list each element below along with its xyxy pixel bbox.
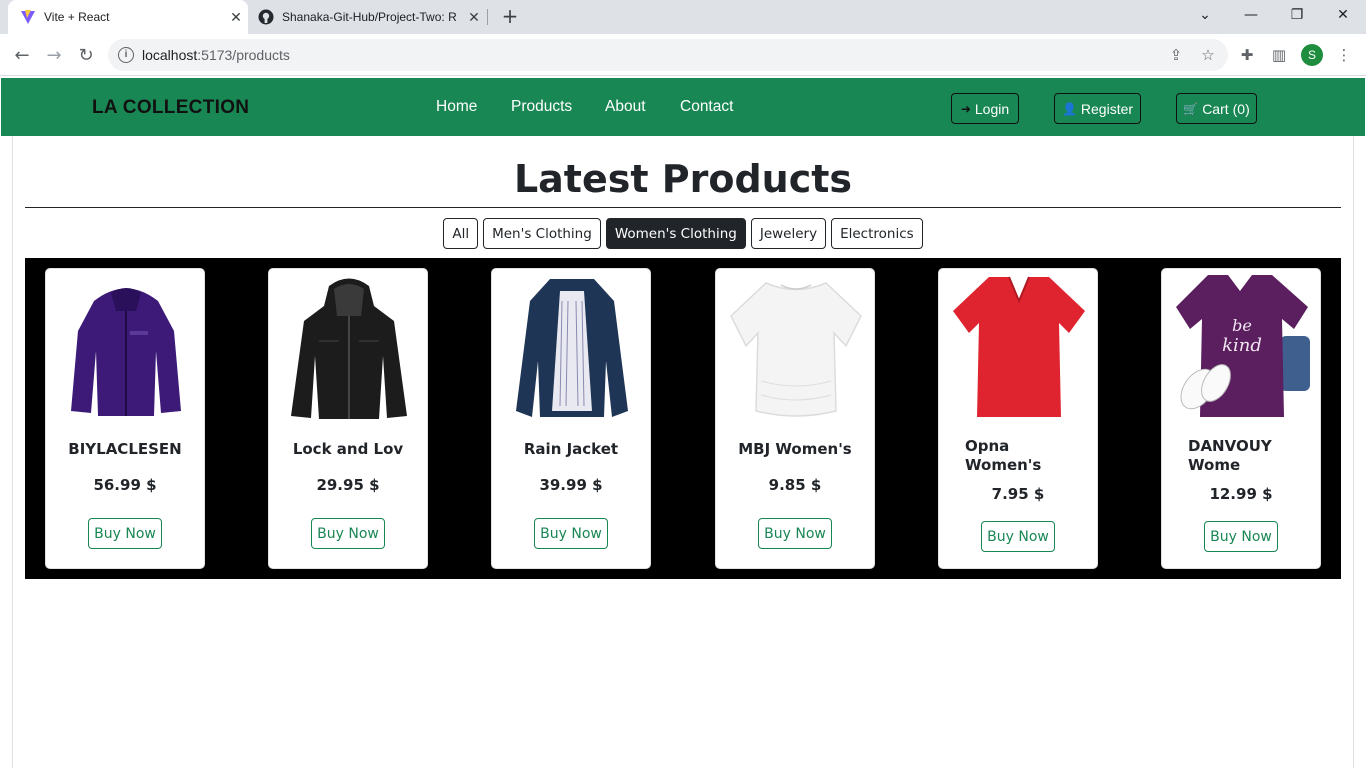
nav-products[interactable]: Products bbox=[511, 98, 572, 116]
product-title: Lock and Lov bbox=[292, 440, 404, 458]
sign-in-icon: ➜ bbox=[960, 101, 971, 116]
browser-tab-github[interactable]: Shanaka-Git-Hub/Project-Two: R ✕ bbox=[250, 0, 486, 34]
vite-icon bbox=[20, 9, 36, 25]
url-host: localhost bbox=[142, 47, 198, 63]
login-label: Login bbox=[974, 100, 1010, 117]
buy-now-button[interactable]: Buy Now bbox=[758, 518, 832, 549]
product-image-purple-jacket[interactable] bbox=[56, 271, 196, 421]
brand-logo[interactable]: LA COLLECTION bbox=[92, 97, 249, 119]
filter-mens-clothing[interactable]: Men's Clothing bbox=[483, 218, 601, 249]
product-title: Opna Women's bbox=[939, 437, 1097, 475]
buy-now-button[interactable]: Buy Now bbox=[1204, 521, 1278, 552]
product-card[interactable]: be kind DANVOUY Wome 12.99 $ Buy Now bbox=[1161, 268, 1321, 569]
menu-kebab-icon[interactable]: ⋮ bbox=[1335, 46, 1353, 64]
product-title-line: Women's bbox=[965, 456, 1042, 474]
restore-icon[interactable]: ❐ bbox=[1274, 0, 1320, 30]
filter-electronics[interactable]: Electronics bbox=[831, 218, 923, 249]
nav-about[interactable]: About bbox=[605, 98, 646, 116]
product-price: 7.95 $ bbox=[991, 485, 1045, 503]
product-title-line: Wome bbox=[1188, 456, 1241, 474]
share-icon[interactable]: ⇪ bbox=[1167, 46, 1185, 64]
profile-avatar[interactable]: S bbox=[1301, 44, 1323, 66]
back-icon[interactable]: ← bbox=[10, 43, 34, 67]
svg-text:kind: kind bbox=[1222, 335, 1262, 356]
product-title-line: Opna bbox=[965, 437, 1010, 455]
product-title: Rain Jacket bbox=[523, 440, 619, 458]
new-tab-icon[interactable]: + bbox=[498, 5, 522, 29]
window-close-icon[interactable]: ✕ bbox=[1320, 0, 1366, 30]
tab-title: Vite + React bbox=[44, 10, 110, 24]
browser-tab-bar: Vite + React ✕ Shanaka-Git-Hub/Project-T… bbox=[0, 0, 1366, 34]
filter-jewelery[interactable]: Jewelery bbox=[750, 218, 827, 249]
buy-now-button[interactable]: Buy Now bbox=[88, 518, 162, 549]
divider bbox=[25, 207, 1341, 208]
product-title: BIYLACLESEN bbox=[68, 440, 182, 458]
page-content: LA COLLECTION Home Products About Contac… bbox=[0, 77, 1366, 768]
product-image-red-tshirt[interactable] bbox=[949, 271, 1089, 421]
product-price: 56.99 $ bbox=[93, 476, 157, 494]
buy-now-button[interactable]: Buy Now bbox=[981, 521, 1055, 552]
tab-title: Shanaka-Git-Hub/Project-Two: R bbox=[282, 10, 457, 24]
product-card[interactable]: Lock and Lov 29.95 $ Buy Now bbox=[268, 268, 428, 569]
site-info-icon[interactable]: i bbox=[118, 47, 134, 63]
close-icon[interactable]: ✕ bbox=[224, 9, 248, 26]
forward-icon[interactable]: → bbox=[42, 43, 66, 67]
svg-text:be: be bbox=[1232, 316, 1252, 335]
minimize-icon[interactable]: — bbox=[1228, 0, 1274, 30]
buy-now-button[interactable]: Buy Now bbox=[311, 518, 385, 549]
close-icon[interactable]: ✕ bbox=[462, 9, 486, 26]
cart-count: (0) bbox=[1232, 100, 1250, 117]
category-filters: All Men's Clothing Women's Clothing Jewe… bbox=[0, 218, 1366, 249]
browser-toolbar: ← → ↻ i localhost:5173/products ⇪ ☆ ✚ ▥ … bbox=[0, 34, 1366, 76]
product-title: MBJ Women's bbox=[738, 440, 852, 458]
product-image-purple-be-kind-tshirt[interactable]: be kind bbox=[1172, 271, 1312, 421]
reload-icon[interactable]: ↻ bbox=[74, 43, 98, 67]
star-icon[interactable]: ☆ bbox=[1199, 46, 1217, 64]
github-icon bbox=[258, 9, 274, 25]
cart-label: Cart bbox=[1202, 100, 1229, 117]
filter-womens-clothing[interactable]: Women's Clothing bbox=[605, 218, 746, 249]
product-card[interactable]: BIYLACLESEN 56.99 $ Buy Now bbox=[45, 268, 205, 569]
product-price: 29.95 $ bbox=[316, 476, 380, 494]
cart-button[interactable]: 🛒 Cart (0) bbox=[1176, 93, 1257, 124]
filter-all[interactable]: All bbox=[443, 218, 479, 249]
browser-tab-vite[interactable]: Vite + React ✕ bbox=[8, 0, 248, 34]
page-title: Latest Products bbox=[513, 157, 853, 201]
product-card[interactable]: MBJ Women's 9.85 $ Buy Now bbox=[715, 268, 875, 569]
login-button[interactable]: ➜ Login bbox=[951, 93, 1019, 124]
side-panel-icon[interactable]: ▥ bbox=[1270, 46, 1288, 64]
user-plus-icon: 👤 bbox=[1061, 101, 1077, 116]
product-image-black-leather-jacket[interactable] bbox=[279, 271, 419, 421]
product-title: DANVOUY Wome bbox=[1162, 437, 1320, 475]
cart-icon: 🛒 bbox=[1183, 101, 1199, 116]
product-image-white-top[interactable] bbox=[726, 271, 866, 421]
product-image-navy-rain-jacket[interactable] bbox=[502, 271, 642, 421]
tab-separator bbox=[487, 9, 488, 25]
url-path: :5173/products bbox=[197, 47, 290, 63]
product-price: 9.85 $ bbox=[768, 476, 822, 494]
extensions-icon[interactable]: ✚ bbox=[1238, 46, 1256, 64]
buy-now-button[interactable]: Buy Now bbox=[534, 518, 608, 549]
product-card[interactable]: Opna Women's 7.95 $ Buy Now bbox=[938, 268, 1098, 569]
nav-contact[interactable]: Contact bbox=[680, 98, 733, 116]
address-bar[interactable]: i localhost:5173/products bbox=[108, 39, 1228, 71]
register-label: Register bbox=[1080, 100, 1134, 117]
register-button[interactable]: 👤 Register bbox=[1054, 93, 1141, 124]
product-grid: BIYLACLESEN 56.99 $ Buy Now Lock and Lov… bbox=[25, 258, 1341, 579]
product-title-line: DANVOUY bbox=[1188, 437, 1272, 455]
chevron-down-icon[interactable]: ⌄ bbox=[1182, 0, 1228, 30]
url-text[interactable]: localhost:5173/products bbox=[142, 47, 290, 63]
product-price: 39.99 $ bbox=[539, 476, 603, 494]
site-navbar: LA COLLECTION Home Products About Contac… bbox=[1, 78, 1365, 136]
product-price: 12.99 $ bbox=[1209, 485, 1273, 503]
product-card[interactable]: Rain Jacket 39.99 $ Buy Now bbox=[491, 268, 651, 569]
nav-home[interactable]: Home bbox=[436, 98, 477, 116]
